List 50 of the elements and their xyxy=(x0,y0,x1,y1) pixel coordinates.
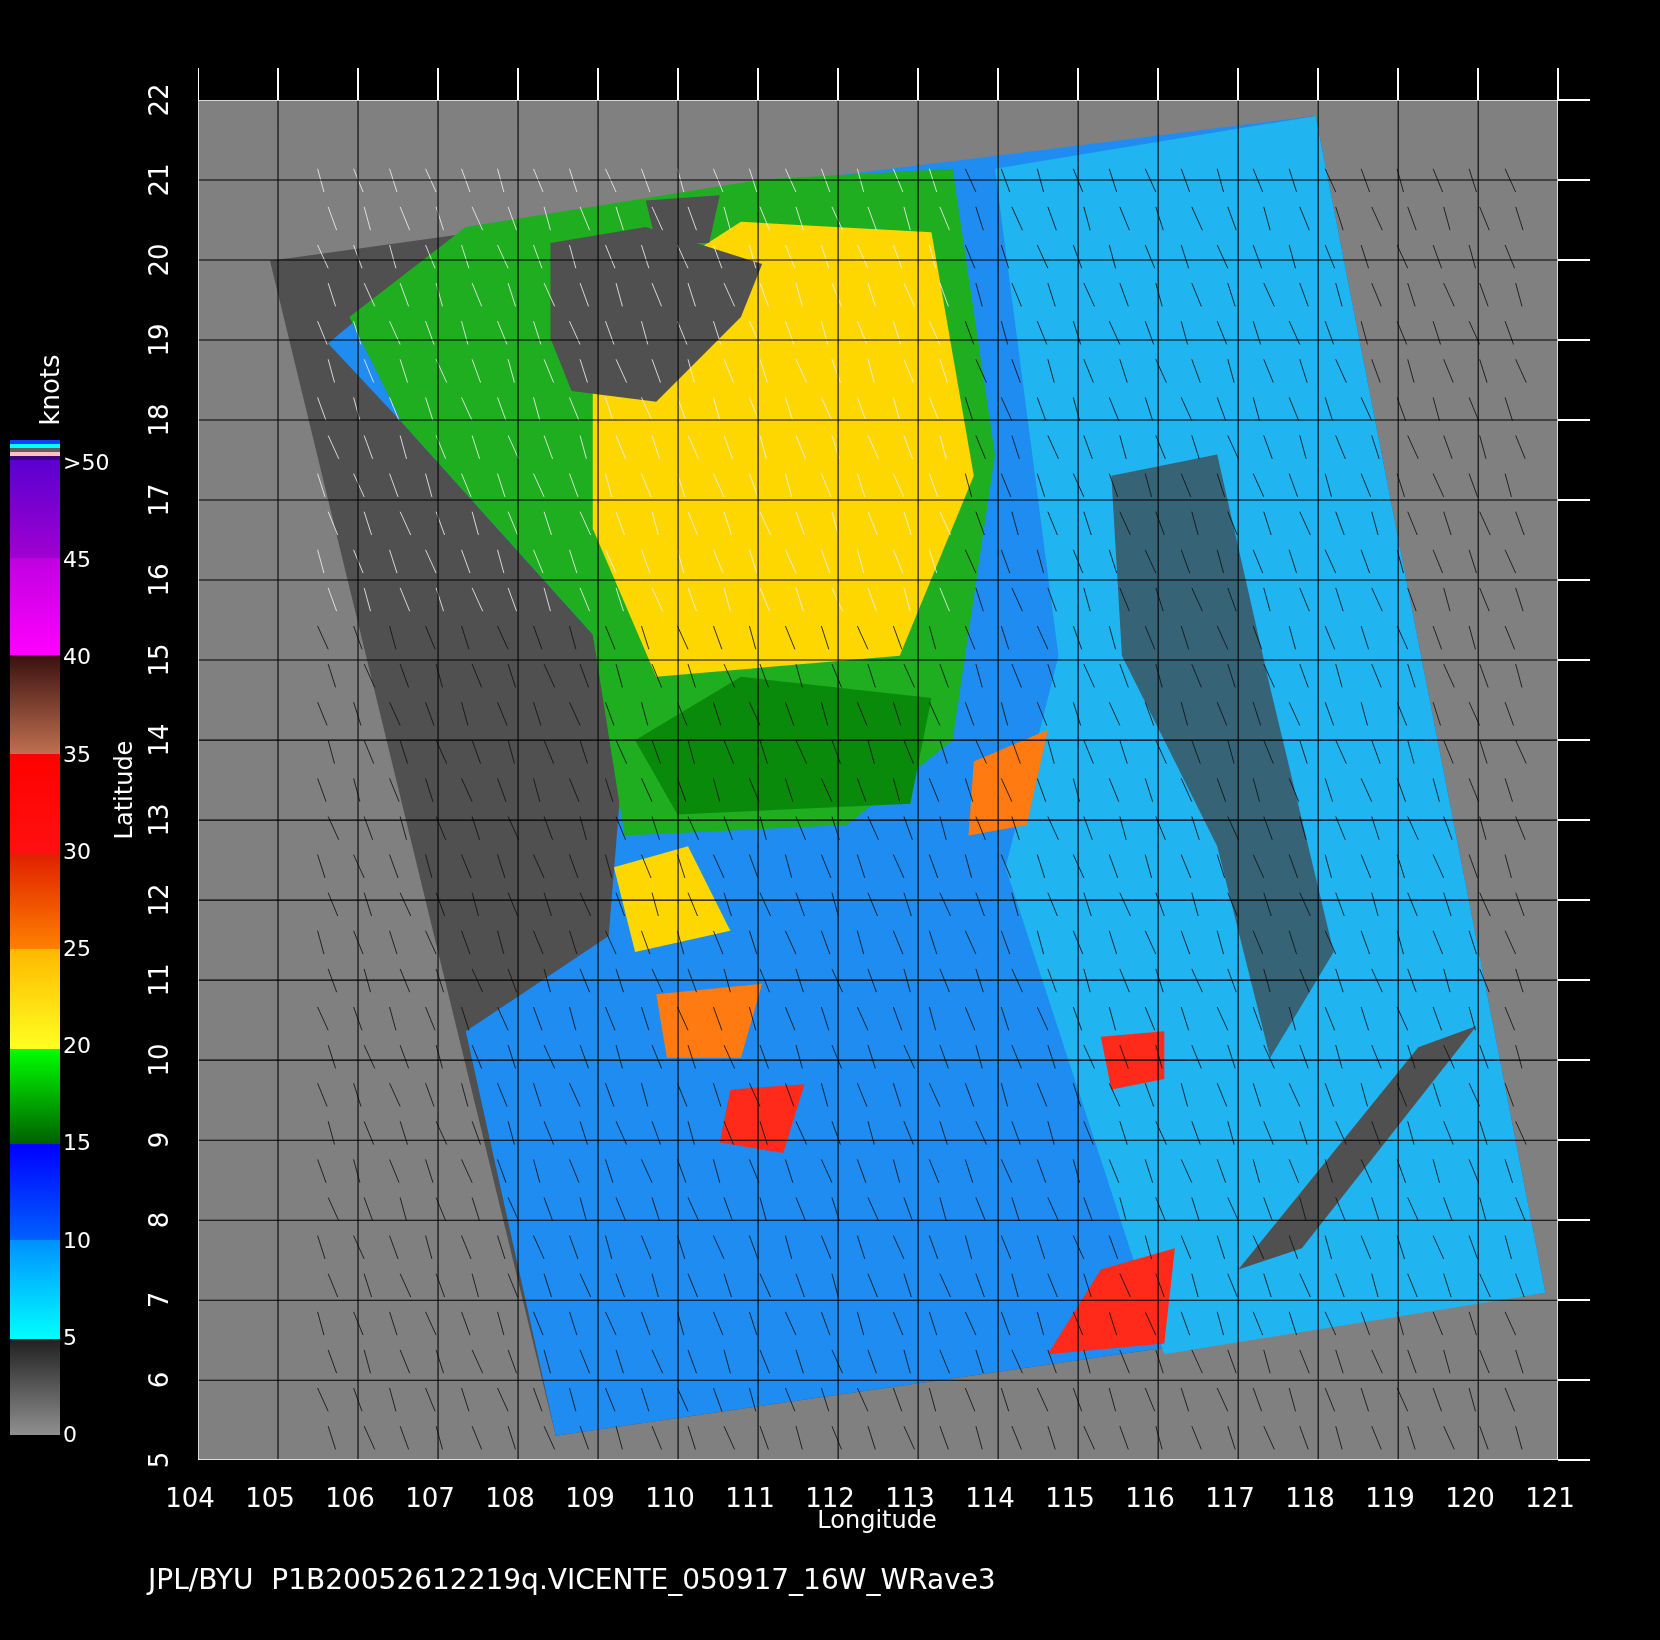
colorbar-tick-label: 30 xyxy=(63,840,91,863)
x-tick-label: 117 xyxy=(1205,1485,1255,1511)
colorbar-tick-label: 10 xyxy=(63,1229,91,1252)
y-tick-label: 10 xyxy=(146,1043,172,1077)
y-tick-label: 19 xyxy=(146,323,172,357)
x-tick-label: 107 xyxy=(405,1485,455,1511)
y-tick-label: 18 xyxy=(146,403,172,437)
x-tick-label: 111 xyxy=(725,1485,775,1511)
y-tick-label: 16 xyxy=(146,563,172,597)
x-tick-label: 121 xyxy=(1525,1485,1575,1511)
x-tick-label: 120 xyxy=(1445,1485,1495,1511)
x-tick-label: 118 xyxy=(1285,1485,1335,1511)
y-tick-label: 7 xyxy=(146,1291,172,1309)
colorbar-tick-label: 15 xyxy=(63,1132,91,1155)
x-tick-label: 105 xyxy=(245,1485,295,1511)
y-tick-label: 17 xyxy=(146,483,172,517)
y-tick-label: 12 xyxy=(146,883,172,917)
x-tick-label: 108 xyxy=(485,1485,535,1511)
x-tick-label: 106 xyxy=(325,1485,375,1511)
colorbar-tick-label: 20 xyxy=(63,1035,91,1058)
colorbar-tick-label: 5 xyxy=(63,1326,77,1349)
y-tick-label: 9 xyxy=(146,1131,172,1149)
footer-caption: JPL/BYU P1B20052612219q.VICENTE_050917_16W_WRave3 xyxy=(148,1566,996,1594)
x-axis-title: Longitude xyxy=(817,1508,937,1532)
y-tick-label: 8 xyxy=(146,1211,172,1229)
y-axis-title: Latitude xyxy=(112,740,136,840)
colorbar-tick-label: 40 xyxy=(63,646,91,669)
x-tick-label: 110 xyxy=(645,1485,695,1511)
colorbar-tick-label: 35 xyxy=(63,743,91,766)
x-tick-label: 104 xyxy=(165,1485,215,1511)
y-tick-label: 11 xyxy=(146,963,172,997)
y-tick-label: 14 xyxy=(146,723,172,757)
y-tick-label: 15 xyxy=(146,643,172,677)
colorbar-tick-label: 25 xyxy=(63,938,91,960)
x-tick-label: 116 xyxy=(1125,1485,1175,1511)
x-tick-label: 109 xyxy=(565,1485,615,1511)
x-tick-label: 115 xyxy=(1045,1485,1095,1511)
y-tick-label: 20 xyxy=(146,243,172,277)
colorbar-unit-label: knots xyxy=(37,354,63,426)
y-tick-label: 22 xyxy=(146,83,172,117)
y-tick-label: 6 xyxy=(146,1371,172,1389)
y-tick-label: 21 xyxy=(146,163,172,197)
y-tick-label: 5 xyxy=(146,1451,172,1469)
colorbar-tick-label: 0 xyxy=(63,1424,77,1446)
colorbar-tick-label: 45 xyxy=(63,549,91,572)
x-tick-label: 114 xyxy=(965,1485,1015,1511)
x-tick-label: 112 xyxy=(805,1485,855,1511)
colorbar-tick-label: >50 xyxy=(63,452,110,474)
y-tick-label: 13 xyxy=(146,803,172,837)
x-tick-label: 119 xyxy=(1365,1485,1415,1511)
